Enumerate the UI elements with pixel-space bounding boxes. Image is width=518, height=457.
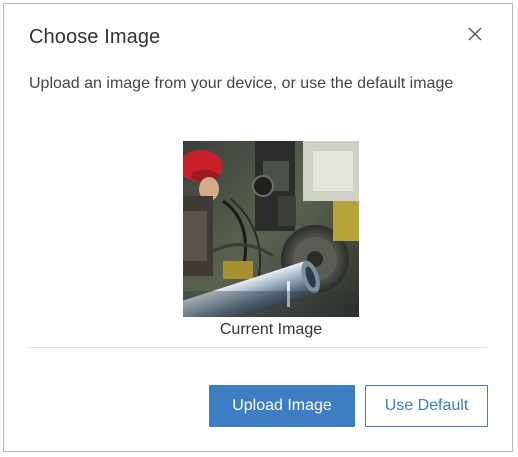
- upload-image-button[interactable]: Upload Image: [209, 385, 355, 427]
- dialog-title: Choose Image: [29, 26, 161, 48]
- use-default-button[interactable]: Use Default: [365, 385, 488, 427]
- divider: [29, 347, 487, 348]
- image-caption: Current Image: [219, 321, 323, 338]
- choose-image-dialog: Choose Image Upload an image from your d…: [3, 3, 513, 452]
- close-icon[interactable]: [465, 24, 485, 44]
- dialog-description: Upload an image from your device, or use…: [29, 75, 454, 92]
- current-image: [183, 141, 359, 317]
